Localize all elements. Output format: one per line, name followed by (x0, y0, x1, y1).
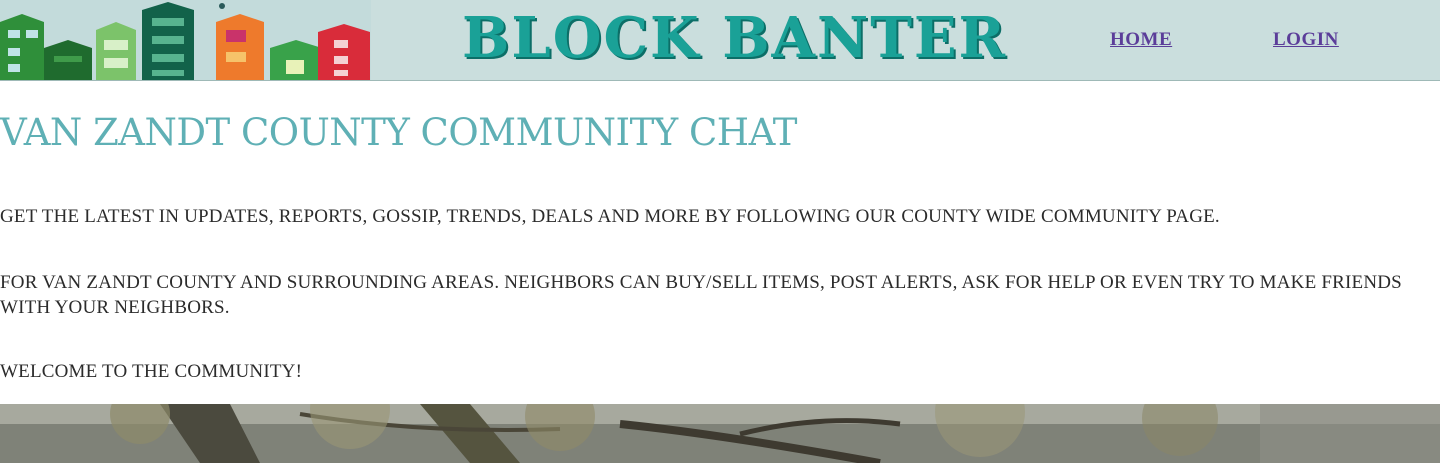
houses-illustration (0, 0, 371, 80)
welcome-paragraph: WELCOME TO THE COMMUNITY! (0, 361, 303, 382)
site-header: BLOCK BANTER HOME LOGIN (0, 0, 1440, 81)
tree-photo (0, 404, 1440, 463)
houses-logo[interactable] (0, 0, 371, 80)
nav-home-link[interactable]: HOME (1110, 29, 1172, 51)
intro-paragraph: GET THE LATEST IN UPDATES, REPORTS, GOSS… (0, 206, 1220, 227)
description-paragraph: FOR VAN ZANDT COUNTY AND SURROUNDING ARE… (0, 272, 1402, 318)
nav-login-link[interactable]: LOGIN (1273, 29, 1339, 51)
page-title: VAN ZANDT COUNTY COMMUNITY CHAT (0, 111, 797, 154)
hero-tree-image (0, 404, 1440, 463)
site-brand-title: BLOCK BANTER (462, 5, 1008, 71)
